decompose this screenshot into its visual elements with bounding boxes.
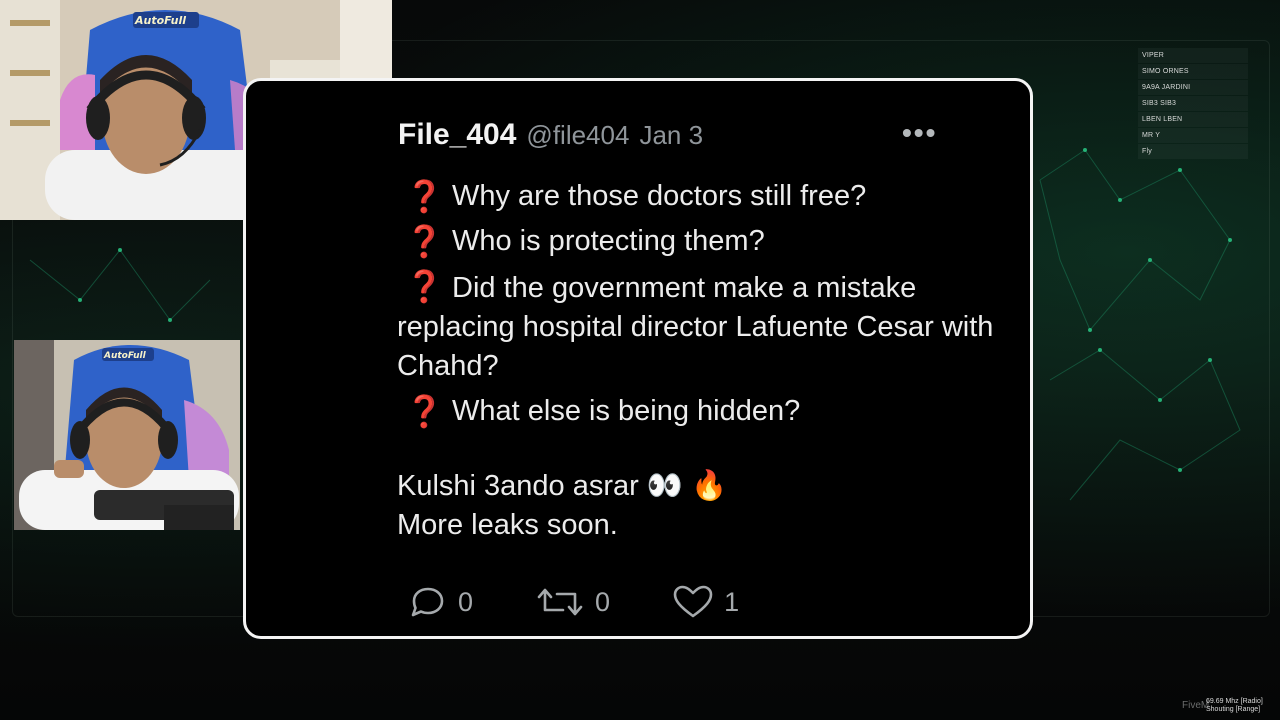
tweet-card: File_404 @file404 Jan 3 ••• ❓ Why are th… [243,78,1033,639]
question-line: ❓ Did the government make a mistake repla… [397,267,997,386]
player-row: MR Y [1138,128,1248,143]
player-row: LBEN LBEN [1138,112,1248,127]
question-line: ❓ Who is protecting them? [397,222,997,261]
radio-status: 69.69 Mhz [Radio] Shouting [Range] [1206,698,1263,714]
player-row: SIMO ORNES [1138,64,1248,79]
webcam-feed-bottom: AutoFull [14,340,240,530]
like-count: 1 [724,586,740,617]
reply-count: 0 [458,586,474,617]
retweet-count: 0 [595,586,611,617]
question-mark-icon: ❓ [405,224,444,259]
like-icon [673,585,713,618]
tweet-body: ❓ Why are those doctors still free? ❓ Wh… [397,177,997,545]
question-line: ❓ What else is being hidden? [397,392,997,431]
display-name[interactable]: File_404 [398,118,516,152]
tweet-header: File_404 @file404 Jan 3 [398,115,703,155]
reply-button[interactable]: 0 [406,584,473,620]
player-list: VIPER SIMO ORNES 9A9A JARDINI SIB3 SIB3 … [1138,48,1248,160]
question-line: ❓ Why are those doctors still free? [397,177,997,216]
question-mark-icon: ❓ [405,179,444,214]
voice-range: Shouting [Range] [1206,706,1261,713]
webcam-illustration-bottom: AutoFull [14,340,240,530]
closing-line: Kulshi 3ando asrar 👀 🔥 [397,470,728,502]
question-text: Who is protecting them? [452,225,765,257]
reply-icon [411,587,444,617]
more-icon[interactable]: ••• [902,117,937,149]
question-text: What else is being hidden? [452,395,801,427]
user-handle[interactable]: @file404 [526,120,629,151]
player-row: SIB3 SIB3 [1138,96,1248,111]
svg-text:AutoFull: AutoFull [134,14,186,27]
player-row: Fly [1138,144,1248,159]
question-text: Why are those doctors still free? [452,180,867,212]
retweet-icon [537,588,583,616]
question-mark-icon: ❓ [405,269,444,304]
tweet-actions: 0 0 1 [406,584,801,620]
player-row: 9A9A JARDINI [1138,80,1248,95]
question-text: Did the government make a mistake replac… [397,272,994,382]
tweet-date[interactable]: Jan 3 [639,120,703,151]
closing-line: More leaks soon. [397,509,618,541]
question-mark-icon: ❓ [405,394,444,429]
radio-frequency: 69.69 Mhz [Radio] [1206,698,1263,705]
svg-text:AutoFull: AutoFull [103,351,147,361]
like-button[interactable]: 1 [672,584,739,620]
player-row: VIPER [1138,48,1248,63]
retweet-button[interactable]: 0 [535,584,610,620]
